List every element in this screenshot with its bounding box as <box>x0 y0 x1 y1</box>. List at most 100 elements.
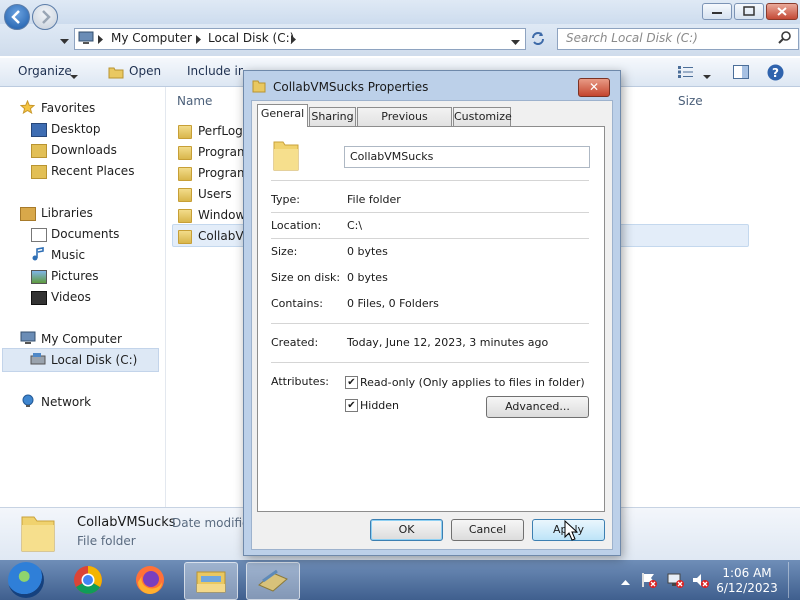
nav-my-computer[interactable]: My Computer <box>41 332 122 346</box>
contains-value: 0 Files, 0 Folders <box>347 297 439 310</box>
list-item[interactable]: PerfLogs <box>178 123 246 143</box>
include-in-library-button[interactable]: Include in li <box>187 64 243 78</box>
created-value: Today, June 12, 2023, 3 minutes ago <box>347 336 549 349</box>
folder-options-icon <box>258 569 288 592</box>
contains-label: Contains: <box>271 297 323 310</box>
folder-icon <box>178 230 192 244</box>
breadcrumb-separator-icon[interactable] <box>196 33 202 47</box>
tab-sharing[interactable]: Sharing <box>309 107 356 127</box>
folder-name-field[interactable]: CollabVMSucks <box>344 146 590 168</box>
maximize-button[interactable] <box>734 3 764 20</box>
pictures-icon <box>31 270 47 284</box>
nav-recent-places[interactable]: Recent Places <box>51 164 134 178</box>
details-name: CollabVMSucks <box>77 515 176 530</box>
list-item[interactable]: Program <box>178 144 246 164</box>
search-icon[interactable] <box>778 30 792 47</box>
nav-music[interactable]: Music <box>51 248 85 262</box>
nav-videos[interactable]: Videos <box>51 290 91 304</box>
refresh-icon[interactable] <box>530 30 546 49</box>
file-name: Users <box>198 187 232 201</box>
back-button[interactable] <box>4 4 30 30</box>
address-dropdown-icon[interactable] <box>511 35 520 49</box>
hidden-label[interactable]: Hidden <box>360 399 399 412</box>
nav-local-disk[interactable]: Local Disk (C:) <box>51 353 137 367</box>
folder-name-value[interactable]: CollabVMSucks <box>350 150 433 163</box>
view-options-icon[interactable] <box>678 66 694 81</box>
column-header-size[interactable]: Size <box>678 94 703 108</box>
taskbar-explorer[interactable] <box>184 562 238 600</box>
search-input[interactable]: Search Local Disk (C:) <box>566 31 698 45</box>
readonly-label[interactable]: Read-only (Only applies to files in fold… <box>360 376 585 389</box>
folder-icon <box>252 79 266 96</box>
nav-documents[interactable]: Documents <box>51 227 119 241</box>
type-label: Type: <box>271 193 300 206</box>
file-name: PerfLogs <box>198 124 246 138</box>
chrome-icon <box>74 566 102 594</box>
desktop-icon <box>31 123 47 137</box>
tab-general[interactable]: General <box>257 104 308 127</box>
forward-button[interactable] <box>32 4 58 30</box>
organize-button[interactable]: Organize <box>18 64 72 78</box>
tab-customize[interactable]: Customize <box>453 107 512 127</box>
history-dropdown-icon[interactable] <box>60 34 69 48</box>
readonly-checkbox[interactable]: ✔ <box>345 376 358 389</box>
start-button[interactable] <box>8 562 44 598</box>
folder-icon <box>178 146 192 160</box>
tab-previous-versions[interactable]: Previous Versions <box>357 107 452 141</box>
breadcrumb-local-disk[interactable]: Local Disk (C:) <box>208 31 294 45</box>
documents-icon <box>31 228 47 242</box>
divider <box>271 238 589 239</box>
file-name: Program <box>198 166 246 180</box>
list-item[interactable]: Users <box>178 186 246 206</box>
nav-pictures[interactable]: Pictures <box>51 269 99 283</box>
window-close-button[interactable] <box>766 3 798 20</box>
divider <box>271 362 589 363</box>
clock-time: 1:06 AM <box>722 566 772 580</box>
action-center-icon[interactable] <box>640 571 658 592</box>
show-desktop-button[interactable] <box>788 562 799 598</box>
nav-desktop[interactable]: Desktop <box>51 122 101 136</box>
taskbar-firefox[interactable] <box>124 562 176 598</box>
minimize-button[interactable] <box>702 3 732 20</box>
videos-icon <box>31 291 47 305</box>
file-name: CollabV <box>198 229 244 243</box>
created-label: Created: <box>271 336 319 349</box>
taskbar-control-panel[interactable] <box>246 562 300 600</box>
network-tray-icon[interactable] <box>666 571 684 592</box>
divider <box>271 212 589 213</box>
size-on-disk-label: Size on disk: <box>271 271 341 284</box>
chevron-down-icon[interactable] <box>70 69 78 83</box>
open-button[interactable]: Open <box>129 64 161 78</box>
volume-muted-icon[interactable] <box>691 571 709 592</box>
computer-icon <box>78 31 94 48</box>
ok-button[interactable]: OK <box>370 519 443 541</box>
folder-icon <box>20 511 56 556</box>
hidden-checkbox[interactable]: ✔ <box>345 399 358 412</box>
taskbar-chrome[interactable] <box>62 562 114 598</box>
nav-favorites[interactable]: Favorites <box>41 101 95 115</box>
window-titlebar <box>0 0 800 25</box>
nav-libraries[interactable]: Libraries <box>41 206 93 220</box>
music-icon <box>31 247 45 264</box>
cancel-button[interactable]: Cancel <box>451 519 524 541</box>
list-item[interactable]: Window <box>178 207 246 227</box>
breadcrumb-separator-icon[interactable] <box>98 33 104 47</box>
list-item[interactable]: CollabV <box>178 228 246 248</box>
file-name: Program <box>198 145 246 159</box>
system-clock[interactable]: 1:06 AM 6/12/2023 <box>712 566 782 596</box>
list-item[interactable]: Program <box>178 165 246 185</box>
preview-pane-icon[interactable] <box>733 65 749 82</box>
dialog-close-button[interactable]: ✕ <box>578 78 610 97</box>
nav-downloads[interactable]: Downloads <box>51 143 117 157</box>
nav-network[interactable]: Network <box>41 395 91 409</box>
advanced-button[interactable]: Advanced... <box>486 396 589 418</box>
breadcrumb-separator-icon[interactable] <box>291 33 297 47</box>
breadcrumb-my-computer[interactable]: My Computer <box>111 31 192 45</box>
drive-icon <box>30 352 46 369</box>
show-hidden-icons[interactable] <box>621 575 630 589</box>
view-dropdown-icon[interactable] <box>703 69 711 83</box>
help-icon[interactable]: ? <box>767 64 784 84</box>
general-tab-panel <box>257 126 605 512</box>
folder-icon <box>178 209 192 223</box>
column-header-name[interactable]: Name <box>177 94 212 108</box>
